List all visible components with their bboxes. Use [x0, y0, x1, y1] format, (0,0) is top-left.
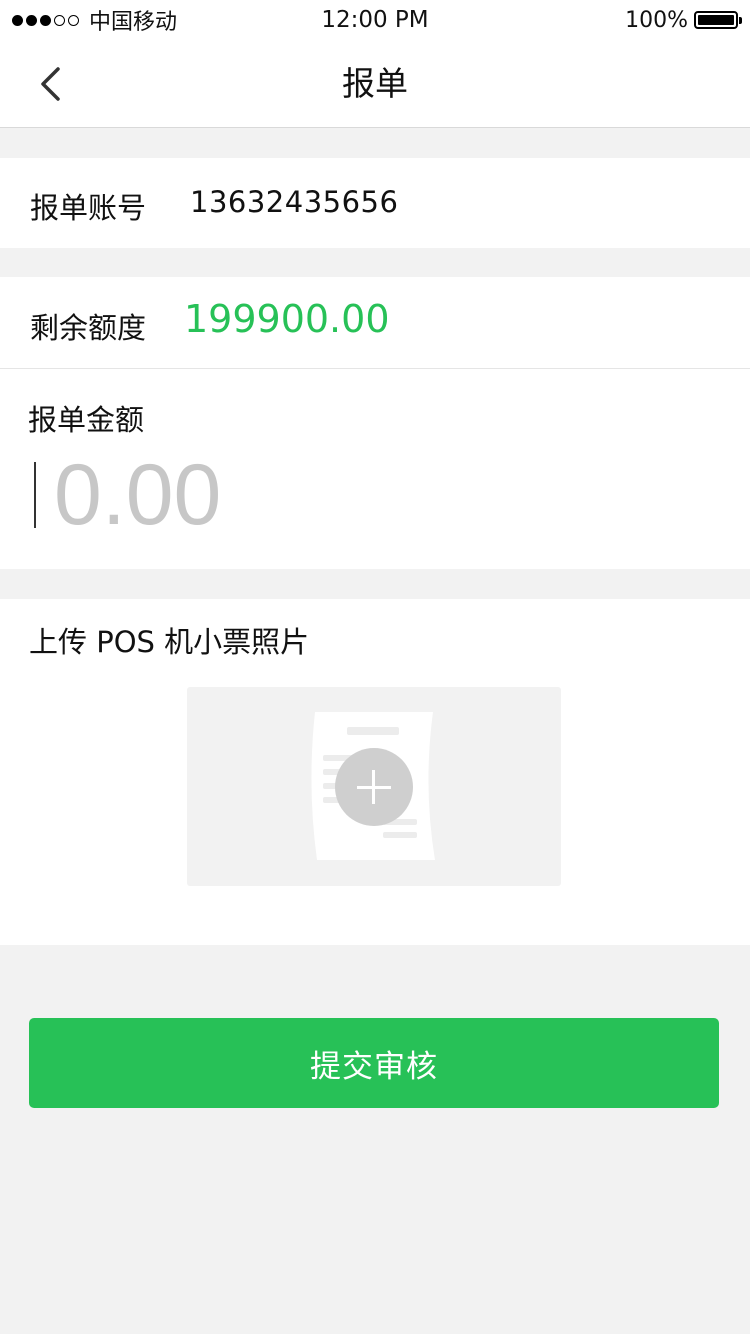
add-photo-icon — [335, 748, 413, 826]
quota-label: 剩余额度 — [30, 311, 147, 345]
upload-section: 上传 POS 机小票照片 — [0, 599, 750, 945]
battery-percent: 100% — [625, 7, 688, 33]
account-label: 报单账号 — [30, 191, 147, 225]
battery-icon — [694, 11, 742, 29]
upload-photo-button[interactable] — [187, 687, 561, 886]
text-caret — [34, 462, 36, 528]
amount-label: 报单金额 — [28, 403, 145, 437]
battery-fill — [698, 15, 734, 25]
quota-row: 剩余额度 199900.00 — [0, 277, 750, 369]
account-value: 13632435656 — [190, 185, 399, 219]
upload-label: 上传 POS 机小票照片 — [29, 625, 310, 659]
page-title: 报单 — [342, 64, 408, 103]
plus-vertical — [372, 770, 375, 804]
amount-input[interactable] — [54, 445, 654, 545]
status-bar: 中国移动 12:00 PM 100% — [0, 0, 750, 40]
quota-value: 199900.00 — [184, 297, 390, 341]
submit-review-button[interactable]: 提交审核 — [29, 1018, 719, 1108]
quota-amount-section: 剩余额度 199900.00 报单金额 — [0, 277, 750, 569]
amount-input-wrap — [34, 445, 714, 545]
account-row: 报单账号 13632435656 — [0, 158, 750, 248]
navbar: 报单 — [0, 40, 750, 128]
status-right: 100% — [625, 6, 742, 34]
